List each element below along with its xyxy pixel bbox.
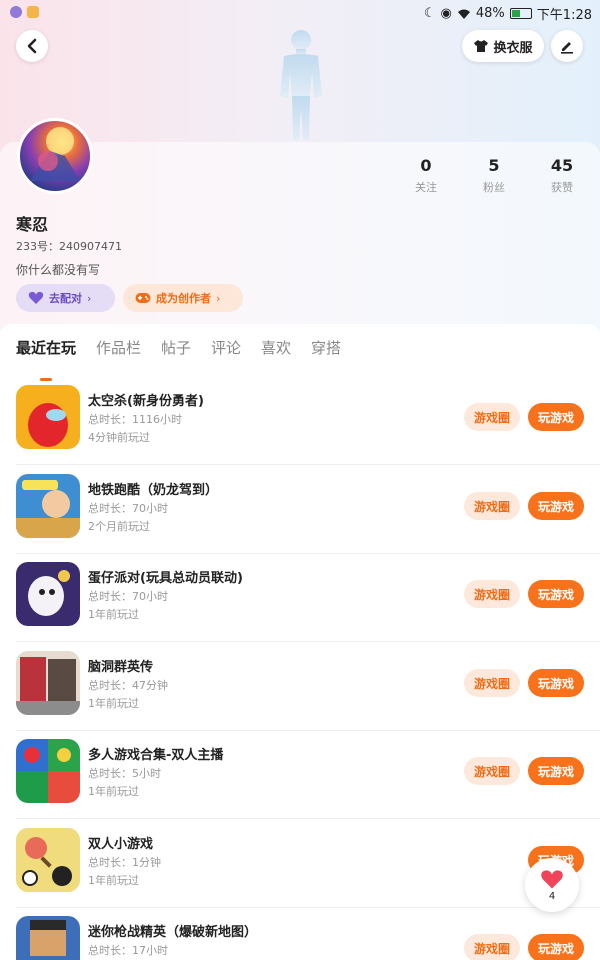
list-item[interactable]: 地铁跑酷（奶龙驾到） 总时长：70小时 2个月前玩过 游戏圈 玩游戏 xyxy=(0,466,600,554)
game-duration: 总时长：47分钟 xyxy=(88,679,168,692)
game-icon xyxy=(16,562,80,626)
game-last-played: 1年前玩过 xyxy=(88,874,139,887)
tab-comments[interactable]: 评论 xyxy=(211,337,241,358)
stat-fans[interactable]: 5 粉丝 xyxy=(464,156,524,195)
game-last-played: 2个月前玩过 xyxy=(88,520,150,533)
game-duration: 总时长：70小时 xyxy=(88,590,168,603)
game-title: 双人小游戏 xyxy=(88,837,154,852)
creator-label: 成为创作者 xyxy=(156,292,211,305)
match-button[interactable]: 去配对 › xyxy=(16,284,115,312)
avatar[interactable] xyxy=(17,118,93,194)
game-icon xyxy=(16,651,80,715)
stat-value: 5 xyxy=(488,156,500,175)
like-count: 4 xyxy=(548,890,556,902)
game-duration: 总时长：1分钟 xyxy=(88,856,161,869)
username: 寒忍 xyxy=(16,215,49,234)
game-icon xyxy=(16,828,80,892)
app-notification-icon xyxy=(27,6,39,18)
stat-following[interactable]: 0 关注 xyxy=(396,156,456,195)
tab-likes[interactable]: 喜欢 xyxy=(261,337,291,358)
game-last-played: 4分钟前玩过 xyxy=(88,431,150,444)
game-title: 地铁跑酷（奶龙驾到） xyxy=(88,483,219,498)
game-icon xyxy=(16,474,80,538)
change-outfit-button[interactable]: 换衣服 xyxy=(462,30,544,62)
play-game-button[interactable]: 玩游戏 xyxy=(528,403,584,431)
list-item[interactable]: 迷你枪战精英（爆破新地图） 总时长：17小时 游戏圈 玩游戏 xyxy=(0,908,600,960)
game-duration: 总时长：5小时 xyxy=(88,767,161,780)
tab-recently-played[interactable]: 最近在玩 xyxy=(16,337,76,358)
play-game-button[interactable]: 玩游戏 xyxy=(528,669,584,697)
match-label: 去配对 xyxy=(49,292,82,305)
list-item[interactable]: 太空杀(新身份勇者) 总时长：1116小时 4分钟前玩过 游戏圈 玩游戏 xyxy=(0,377,600,465)
chevron-right-icon: › xyxy=(216,291,221,305)
game-title: 脑洞群英传 xyxy=(88,660,154,675)
game-title: 蛋仔派对(玩具总动员联动) xyxy=(88,571,243,586)
avatar-figure-placeholder xyxy=(280,30,322,140)
gamepad-icon xyxy=(135,293,151,303)
eye-icon: ◉ xyxy=(440,6,452,21)
chevron-left-icon xyxy=(27,38,37,54)
pencil-icon xyxy=(561,42,573,54)
game-circle-button[interactable]: 游戏圈 xyxy=(464,669,520,697)
become-creator-button[interactable]: 成为创作者 › xyxy=(123,284,243,312)
list-item[interactable]: 蛋仔派对(玩具总动员联动) 总时长：70小时 1年前玩过 游戏圈 玩游戏 xyxy=(0,554,600,642)
back-button[interactable] xyxy=(16,30,48,62)
heart-icon xyxy=(541,869,563,888)
stat-likes[interactable]: 45 获赞 xyxy=(532,156,592,195)
game-icon xyxy=(16,916,80,960)
status-bar: ☾ ◉ 48% 下午1:28 xyxy=(0,0,600,26)
divider xyxy=(16,818,600,819)
chevron-right-icon: › xyxy=(87,291,92,305)
list-item[interactable]: 脑洞群英传 总时长：47分钟 1年前玩过 游戏圈 玩游戏 xyxy=(0,643,600,731)
change-outfit-label: 换衣服 xyxy=(493,40,533,56)
play-game-button[interactable]: 玩游戏 xyxy=(528,492,584,520)
stat-label: 获赞 xyxy=(551,181,573,194)
heart-icon xyxy=(28,291,44,304)
stat-value: 0 xyxy=(420,156,432,175)
stat-label: 关注 xyxy=(415,181,437,194)
battery-icon xyxy=(509,8,532,19)
edit-profile-button[interactable] xyxy=(551,30,583,62)
game-circle-button[interactable]: 游戏圈 xyxy=(464,934,520,960)
stat-label: 粉丝 xyxy=(483,181,505,194)
battery-percent: 48% xyxy=(475,6,505,21)
game-duration: 总时长：1116小时 xyxy=(88,413,182,426)
game-title: 太空杀(新身份勇者) xyxy=(88,394,204,409)
play-game-button[interactable]: 玩游戏 xyxy=(528,934,584,960)
list-item[interactable]: 双人小游戏 总时长：1分钟 1年前玩过 玩游戏 xyxy=(0,820,600,908)
game-circle-button[interactable]: 游戏圈 xyxy=(464,403,520,431)
shirt-icon xyxy=(474,40,489,52)
game-last-played: 1年前玩过 xyxy=(88,785,139,798)
game-title: 迷你枪战精英（爆破新地图） xyxy=(88,925,258,940)
game-icon xyxy=(16,739,80,803)
tab-works[interactable]: 作品栏 xyxy=(96,337,141,358)
play-game-button[interactable]: 玩游戏 xyxy=(528,757,584,785)
game-title: 多人游戏合集-双人主播 xyxy=(88,748,224,763)
avatar-image xyxy=(30,127,80,181)
play-game-button[interactable]: 玩游戏 xyxy=(528,580,584,608)
app-notification-icon xyxy=(10,6,22,18)
user-bio: 你什么都没有写 xyxy=(16,263,101,277)
game-duration: 总时长：70小时 xyxy=(88,502,168,515)
wifi-icon xyxy=(457,9,470,19)
game-circle-button[interactable]: 游戏圈 xyxy=(464,580,520,608)
game-last-played: 1年前玩过 xyxy=(88,608,139,621)
divider xyxy=(16,464,600,465)
profile-stats: 0 关注 5 粉丝 45 获赞 xyxy=(396,156,586,196)
stat-value: 45 xyxy=(550,156,574,175)
game-circle-button[interactable]: 游戏圈 xyxy=(464,757,520,785)
game-last-played: 1年前玩过 xyxy=(88,697,139,710)
game-circle-button[interactable]: 游戏圈 xyxy=(464,492,520,520)
clock: 下午1:28 xyxy=(536,8,592,23)
list-item[interactable]: 多人游戏合集-双人主播 总时长：5小时 1年前玩过 游戏圈 玩游戏 xyxy=(0,731,600,819)
like-floating-button[interactable]: 4 xyxy=(525,858,579,912)
tab-posts[interactable]: 帖子 xyxy=(161,337,191,358)
game-icon xyxy=(16,385,80,449)
game-duration: 总时长：17小时 xyxy=(88,944,168,957)
tab-outfits[interactable]: 穿搭 xyxy=(311,337,341,358)
moon-icon: ☾ xyxy=(423,6,436,21)
user-id: 233号：240907471 xyxy=(16,240,122,253)
divider xyxy=(16,641,600,642)
